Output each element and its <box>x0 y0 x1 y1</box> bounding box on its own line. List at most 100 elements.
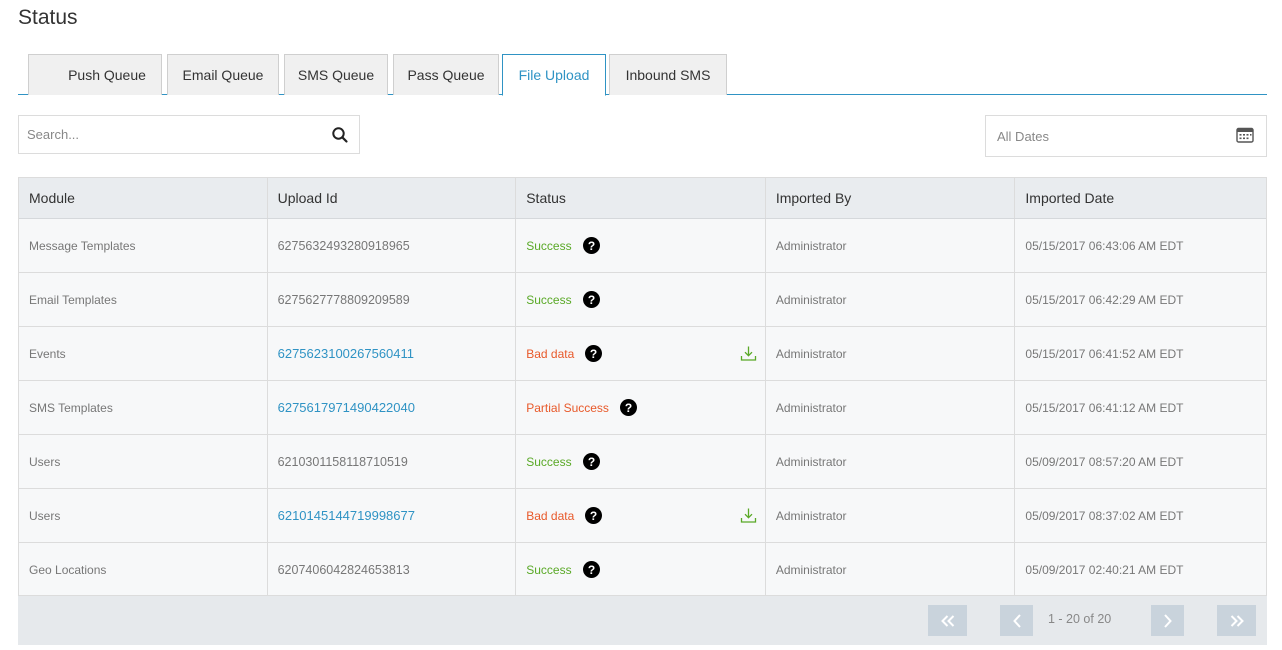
tab-label: Inbound SMS <box>625 67 711 83</box>
imported-by-cell: Administrator <box>766 327 1016 380</box>
table-row: Users 6210301158118710519 Success ? Admi… <box>19 435 1266 489</box>
date-filter <box>985 115 1267 157</box>
table-row: Geo Locations 6207406042824653813 Succes… <box>19 543 1266 597</box>
chevron-left-icon <box>1012 613 1021 628</box>
upload-id-cell: 6210145144719998677 <box>268 489 517 542</box>
imported-date-cell: 05/09/2017 08:57:20 AM EDT <box>1025 454 1184 469</box>
table-row: Users 6210145144719998677 Bad data ? Adm… <box>19 489 1266 543</box>
status-cell: Partial Success ? <box>516 381 766 434</box>
svg-text:?: ? <box>590 347 597 361</box>
download-icon[interactable] <box>740 507 757 524</box>
table-row: Message Templates 6275632493280918965 Su… <box>19 219 1266 273</box>
tab-label: Pass Queue <box>407 67 485 83</box>
tab-file-upload[interactable]: File Upload <box>502 54 606 96</box>
column-header-module[interactable]: Module <box>19 178 268 218</box>
upload-id-link[interactable]: 6275623100267560411 <box>278 346 414 361</box>
next-page-button[interactable] <box>1151 605 1184 636</box>
imported-date-cell: 05/15/2017 06:41:12 AM EDT <box>1025 400 1184 415</box>
imported-date-cell: 05/15/2017 06:43:06 AM EDT <box>1025 238 1184 253</box>
svg-text:?: ? <box>587 455 594 469</box>
chevron-right-icon <box>1163 613 1172 628</box>
svg-text:?: ? <box>587 293 594 307</box>
tab-bar: Push Queue Email Queue SMS Queue Pass Qu… <box>18 54 1267 96</box>
imported-by-cell: Administrator <box>766 381 1016 434</box>
module-cell: SMS Templates <box>19 381 268 434</box>
status-text: Success <box>526 238 572 253</box>
svg-text:?: ? <box>587 563 594 577</box>
upload-id-cell: 6275632493280918965 <box>268 219 517 272</box>
status-cell: Success ? <box>516 435 766 488</box>
status-text: Bad data <box>526 346 575 361</box>
last-page-button[interactable] <box>1217 605 1256 636</box>
imported-by-cell: Administrator <box>766 435 1016 488</box>
search-icon[interactable] <box>331 126 349 144</box>
help-icon[interactable]: ? <box>582 453 600 470</box>
status-cell: Bad data ? <box>516 489 766 542</box>
pagination-info: 1 - 20 of 20 <box>1048 612 1112 626</box>
status-cell: Success ? <box>516 219 766 272</box>
upload-id-link[interactable]: 6210145144719998677 <box>278 508 415 523</box>
svg-text:?: ? <box>587 239 594 253</box>
column-header-upload-id[interactable]: Upload Id <box>268 178 517 218</box>
search-box <box>18 115 360 154</box>
imported-date-cell: 05/09/2017 02:40:21 AM EDT <box>1025 562 1184 577</box>
download-icon[interactable] <box>740 345 757 362</box>
status-text: Success <box>526 562 572 577</box>
prev-page-button[interactable] <box>1000 605 1033 636</box>
imported-date-cell: 05/09/2017 08:37:02 AM EDT <box>1025 508 1184 523</box>
upload-id-cell: 6210301158118710519 <box>268 435 517 488</box>
pagination-bar: 1 - 20 of 20 <box>18 595 1267 645</box>
calendar-icon[interactable] <box>1236 127 1254 143</box>
imported-date-cell: 05/15/2017 06:41:52 AM EDT <box>1025 346 1184 361</box>
imported-by-cell: Administrator <box>766 219 1016 272</box>
upload-id-cell: 6275623100267560411 <box>268 327 517 380</box>
tab-sms-queue[interactable]: SMS Queue <box>284 54 388 95</box>
status-cell: Success ? <box>516 543 766 596</box>
help-icon[interactable]: ? <box>585 345 603 362</box>
table-row: Email Templates 6275627778809209589 Succ… <box>19 273 1266 327</box>
tab-label: Email Queue <box>182 67 264 83</box>
imported-date-cell: 05/15/2017 06:42:29 AM EDT <box>1025 292 1184 307</box>
svg-text:?: ? <box>590 509 597 523</box>
upload-id-cell: 6207406042824653813 <box>268 543 517 596</box>
help-icon[interactable]: ? <box>619 399 637 416</box>
status-text: Success <box>526 454 572 469</box>
tab-label: File Upload <box>518 67 590 83</box>
tab-label: Push Queue <box>68 67 146 83</box>
page-title: Status <box>18 6 78 29</box>
help-icon[interactable]: ? <box>582 237 600 254</box>
imported-by-cell: Administrator <box>766 273 1016 326</box>
table-row: Events 6275623100267560411 Bad data ? Ad… <box>19 327 1266 381</box>
table-row: SMS Templates 6275617971490422040 Partia… <box>19 381 1266 435</box>
module-cell: Email Templates <box>19 273 268 326</box>
column-header-status[interactable]: Status <box>516 178 766 218</box>
tab-push-queue[interactable]: Push Queue <box>28 54 162 95</box>
tab-email-queue[interactable]: Email Queue <box>167 54 279 95</box>
tab-inbound-sms[interactable]: Inbound SMS <box>609 54 727 95</box>
module-cell: Geo Locations <box>19 543 268 596</box>
module-cell: Events <box>19 327 268 380</box>
help-icon[interactable]: ? <box>582 561 600 578</box>
imported-by-cell: Administrator <box>766 489 1016 542</box>
first-page-button[interactable] <box>928 605 967 636</box>
upload-table: Module Upload Id Status Imported By Impo… <box>18 177 1267 597</box>
tab-label: SMS Queue <box>297 67 375 83</box>
column-header-imported-date[interactable]: Imported Date <box>1015 178 1266 218</box>
date-filter-input[interactable] <box>986 116 1216 156</box>
status-cell: Success ? <box>516 273 766 326</box>
table-header: Module Upload Id Status Imported By Impo… <box>19 178 1266 219</box>
upload-id-cell: 6275627778809209589 <box>268 273 517 326</box>
status-text: Partial Success <box>526 400 609 415</box>
help-icon[interactable]: ? <box>585 507 603 524</box>
module-cell: Message Templates <box>19 219 268 272</box>
svg-text:?: ? <box>625 401 632 415</box>
help-icon[interactable]: ? <box>582 291 600 308</box>
column-header-imported-by[interactable]: Imported By <box>766 178 1016 218</box>
search-input[interactable] <box>19 116 319 153</box>
upload-id-link[interactable]: 6275617971490422040 <box>278 400 415 415</box>
upload-id-cell: 6275617971490422040 <box>268 381 517 434</box>
tab-pass-queue[interactable]: Pass Queue <box>393 54 499 95</box>
double-chevron-left-icon <box>940 614 954 627</box>
status-cell: Bad data ? <box>516 327 766 380</box>
double-chevron-right-icon <box>1230 614 1244 627</box>
